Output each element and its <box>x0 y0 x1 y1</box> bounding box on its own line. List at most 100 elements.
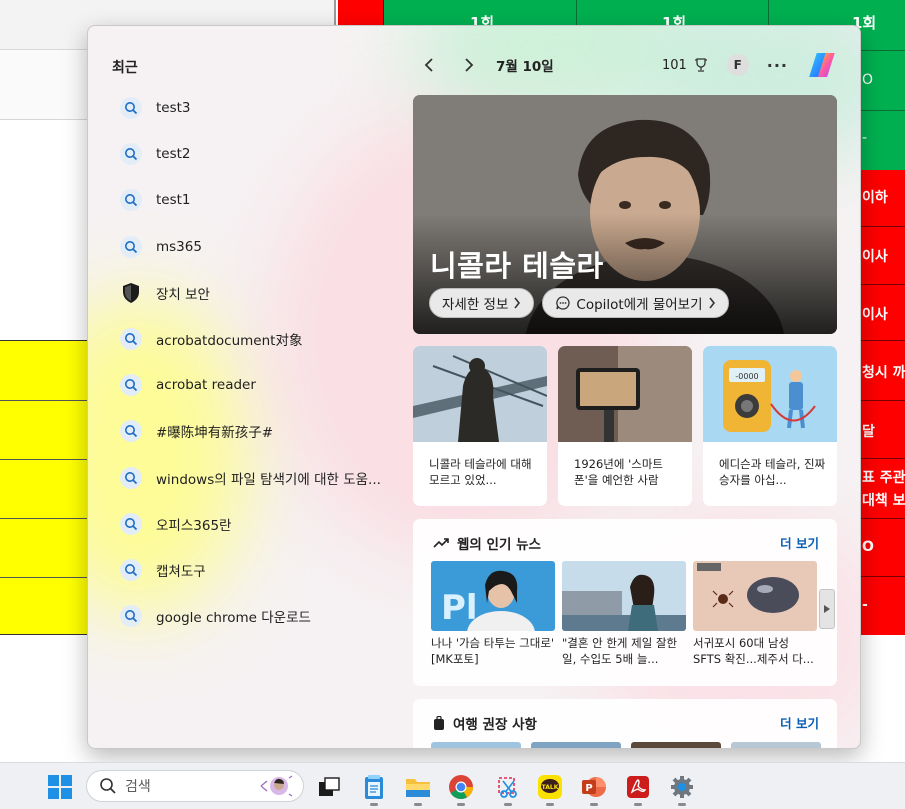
chevron-right-icon <box>465 58 474 72</box>
news-item[interactable]: 서귀포시 60대 남성 SFTS 확진...제주서 다... <box>693 561 817 669</box>
more-options-button[interactable]: ··· <box>767 56 788 75</box>
taskbar-search-box[interactable]: 검색 <box>86 770 304 802</box>
date-label: 7월 10일 <box>496 59 554 75</box>
recent-item-label: 캡쳐도구 <box>156 563 206 580</box>
snipping-tool-icon[interactable] <box>494 773 522 801</box>
sheet-cell: - <box>862 597 868 613</box>
notepad-icon[interactable] <box>360 773 388 801</box>
card-text: 니콜라 테슬라에 대해 모르고 있었... <box>429 457 532 487</box>
sheet-cell: 이하 <box>862 190 888 206</box>
highlights-toolbar: 7월 10일 101 F ··· <box>414 50 838 80</box>
powerpoint-icon[interactable]: P <box>580 773 608 801</box>
copilot-icon[interactable] <box>808 50 838 80</box>
travel-image[interactable] <box>731 742 821 748</box>
sheet-cell: 표 주관 <box>862 470 905 486</box>
news-item[interactable]: Pl 나나 '가슴 타투는 그대로' [MK포토] <box>431 561 555 669</box>
news-scroll-next-button[interactable] <box>819 589 835 629</box>
ask-copilot-button[interactable]: Copilot에게 물어보기 <box>542 288 729 318</box>
running-indicator <box>678 803 686 806</box>
recent-item[interactable]: windows의 파일 탐색기에 대한 도움... <box>112 455 402 501</box>
ask-copilot-label: Copilot에게 물어보기 <box>576 297 703 313</box>
related-card[interactable]: -0000 에디슨과 테슬라, 진짜 승자를 아십... <box>703 346 837 506</box>
learn-more-label: 자세한 정보 <box>442 297 509 313</box>
related-card[interactable]: 니콜라 테슬라에 대해 모르고 있었... <box>413 346 547 506</box>
svg-text:P: P <box>585 783 592 794</box>
travel-title: 여행 권장 사항 <box>453 717 537 733</box>
chevron-left-icon <box>424 58 433 72</box>
search-icon <box>120 420 142 443</box>
running-indicator <box>590 803 598 806</box>
news-image <box>693 561 817 631</box>
travel-image[interactable] <box>431 742 521 748</box>
recent-item-label: windows의 파일 탐색기에 대한 도움... <box>156 471 381 488</box>
recent-item[interactable]: ms365 <box>112 224 402 270</box>
news-header: 웹의 인기 뉴스 <box>433 533 541 553</box>
search-icon <box>120 143 142 166</box>
recent-item[interactable]: 장치 보안 <box>112 270 402 316</box>
travel-more-link[interactable]: 더 보기 <box>780 713 819 732</box>
search-icon <box>120 512 142 535</box>
settings-icon[interactable] <box>668 773 696 801</box>
trending-icon <box>433 538 449 548</box>
sheet-cell: O <box>862 72 874 88</box>
related-card[interactable]: 1926년에 '스마트폰'을 예언한 사람 <box>558 346 692 506</box>
recent-item-label: ms365 <box>156 238 202 255</box>
travel-images <box>431 742 821 748</box>
recent-item-label: acrobat reader <box>156 377 256 394</box>
travel-image[interactable] <box>631 742 721 748</box>
news-item[interactable]: "결혼 안 한게 제일 잘한 일, 수입도 5배 늘... <box>562 561 686 669</box>
next-button[interactable] <box>454 50 484 80</box>
search-icon <box>120 328 142 351</box>
recent-item[interactable]: google chrome 다운로드 <box>112 593 402 639</box>
sheet-gridline <box>860 576 905 577</box>
learn-more-button[interactable]: 자세한 정보 <box>429 288 535 318</box>
sheet-cell: 이사 <box>862 249 888 265</box>
recent-item[interactable]: 오피스365란 <box>112 501 402 547</box>
rewards-points[interactable]: 101 <box>662 58 687 73</box>
running-indicator <box>546 803 554 806</box>
running-indicator <box>504 803 512 806</box>
search-icon <box>120 374 142 397</box>
running-indicator <box>414 803 422 806</box>
kakaotalk-icon[interactable]: TALK <box>536 773 564 801</box>
hero-card[interactable]: 니콜라 테슬라 자세한 정보 Copilot에게 물어보기 <box>413 95 837 334</box>
running-indicator <box>634 803 642 806</box>
windows-start-icon[interactable] <box>48 775 72 799</box>
recent-item[interactable]: acrobat reader <box>112 362 402 408</box>
previous-button[interactable] <box>414 50 444 80</box>
sheet-gridline <box>860 284 905 285</box>
recent-item[interactable]: test2 <box>112 131 402 177</box>
sheet-cell: - <box>862 130 868 146</box>
sheet-cell: 대책 보 <box>862 493 905 509</box>
account-avatar[interactable]: F <box>726 54 749 76</box>
news-title: 웹의 인기 뉴스 <box>457 537 541 553</box>
news-caption: "결혼 안 한게 제일 잘한 일, 수입도 5배 늘... <box>562 636 678 666</box>
search-icon <box>120 605 142 628</box>
recent-item[interactable]: test1 <box>112 177 402 223</box>
news-more-link[interactable]: 더 보기 <box>780 533 819 552</box>
recent-item[interactable]: 캡쳐도구 <box>112 547 402 593</box>
chrome-icon[interactable] <box>447 773 475 801</box>
running-indicator <box>457 803 465 806</box>
luggage-icon <box>434 716 444 730</box>
triangle-right-icon <box>824 605 830 613</box>
trophy-icon[interactable] <box>693 57 709 73</box>
recent-item[interactable]: #曝陈坤有新孩子# <box>112 408 402 454</box>
multimeter-image: -0000 <box>703 346 837 442</box>
task-view-icon[interactable] <box>316 773 344 801</box>
hero-title[interactable]: 니콜라 테슬라 <box>430 243 604 285</box>
trending-news-section: 웹의 인기 뉴스 더 보기 Pl 나나 '가슴 타투는 그대로' [MK포토] <box>413 519 837 686</box>
sheet-red-column <box>860 170 905 635</box>
sheet-gridline <box>860 458 905 459</box>
recent-item[interactable]: test3 <box>112 85 402 131</box>
svg-text:-0000: -0000 <box>735 372 758 381</box>
travel-image[interactable] <box>531 742 621 748</box>
sheet-cell: 청시 까 <box>862 365 905 381</box>
sheet-gridline <box>860 400 905 401</box>
sheet-gridline <box>860 340 905 341</box>
file-explorer-icon[interactable] <box>404 773 432 801</box>
related-cards: 니콜라 테슬라에 대해 모르고 있었... 1926년에 '스마트폰'을 예언한… <box>413 346 837 506</box>
recent-item[interactable]: acrobatdocument对象 <box>112 316 402 362</box>
shield-icon <box>120 282 142 304</box>
acrobat-icon[interactable] <box>624 773 652 801</box>
